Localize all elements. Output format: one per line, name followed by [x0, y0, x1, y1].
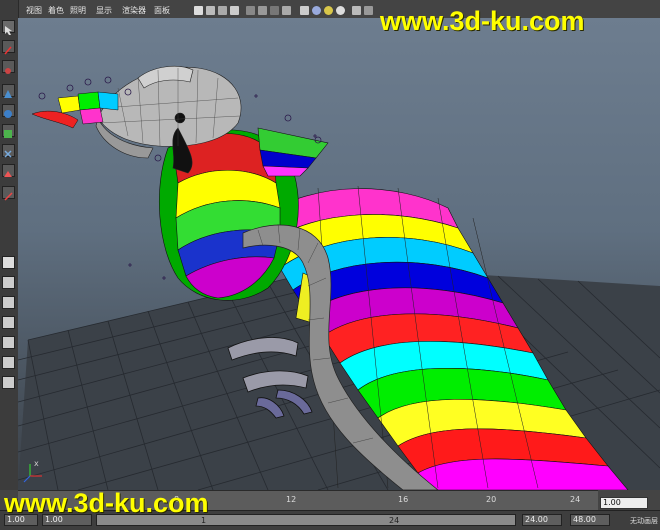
current-frame-field[interactable]: 1.00: [600, 497, 648, 509]
maya-window: 视图 着色 照明 显示 渲染器 面板 x www.3d-ku.com 8 12 …: [0, 0, 660, 530]
manipulator-icon[interactable]: [2, 144, 15, 158]
isolate-icon[interactable]: [364, 6, 373, 15]
perspective-viewport[interactable]: x: [18, 18, 660, 490]
range-max-field[interactable]: 48.00: [570, 514, 610, 526]
tick-label: 16: [398, 495, 409, 504]
menu-shading[interactable]: 着色: [48, 5, 64, 16]
layout-stack-icon[interactable]: [2, 316, 15, 329]
tick-label: 12: [286, 495, 297, 504]
textured-icon[interactable]: [324, 6, 333, 15]
move-tool-icon[interactable]: [2, 84, 15, 98]
scale-tool-icon[interactable]: [2, 124, 15, 138]
menu-renderer[interactable]: 渲染器: [122, 5, 146, 16]
outliner-icon[interactable]: [2, 356, 15, 369]
resolution-gate-icon[interactable]: [270, 6, 279, 15]
range-slider-end: 24: [389, 516, 400, 525]
menu-show[interactable]: 显示: [96, 5, 112, 16]
menu-view[interactable]: 视图: [26, 5, 42, 16]
camera-attr-icon[interactable]: [206, 6, 215, 15]
smooth-shade-icon[interactable]: [312, 6, 321, 15]
rotate-tool-icon[interactable]: [2, 104, 15, 118]
tick-label: 24: [570, 495, 581, 504]
grid-toggle-icon[interactable]: [246, 6, 255, 15]
layout-single-icon[interactable]: [2, 256, 15, 269]
camera-icon[interactable]: [194, 6, 203, 15]
film-gate-icon[interactable]: [258, 6, 267, 15]
safe-action-icon[interactable]: [282, 6, 291, 15]
lights-icon[interactable]: [336, 6, 345, 15]
select-tool-icon[interactable]: [2, 20, 15, 35]
anim-layer-label[interactable]: 无动画层: [630, 516, 658, 526]
range-end-field[interactable]: 24.00: [522, 514, 562, 526]
layout-four-icon[interactable]: [2, 276, 15, 289]
paint-tool-icon[interactable]: [2, 60, 15, 74]
lasso-tool-icon[interactable]: [2, 40, 15, 55]
graph-editor-icon[interactable]: [2, 376, 15, 389]
axis-label: x: [34, 459, 39, 468]
soft-mod-icon[interactable]: [2, 186, 15, 201]
layout-persp-icon[interactable]: [2, 336, 15, 349]
tool-shelf: [0, 0, 19, 490]
menu-panels[interactable]: 面板: [154, 5, 170, 16]
bookmark-icon[interactable]: [218, 6, 227, 15]
layout-side-icon[interactable]: [2, 296, 15, 309]
last-tool-icon[interactable]: [2, 164, 15, 177]
image-plane-icon[interactable]: [230, 6, 239, 15]
menu-lighting[interactable]: 照明: [70, 5, 86, 16]
watermark-bottom: www.3d-ku.com: [4, 488, 209, 518]
wireframe-icon[interactable]: [300, 6, 309, 15]
viewport-scene: x: [18, 65, 660, 490]
watermark-top: www.3d-ku.com: [380, 6, 585, 36]
xray-icon[interactable]: [352, 6, 361, 15]
tick-label: 20: [486, 495, 497, 504]
